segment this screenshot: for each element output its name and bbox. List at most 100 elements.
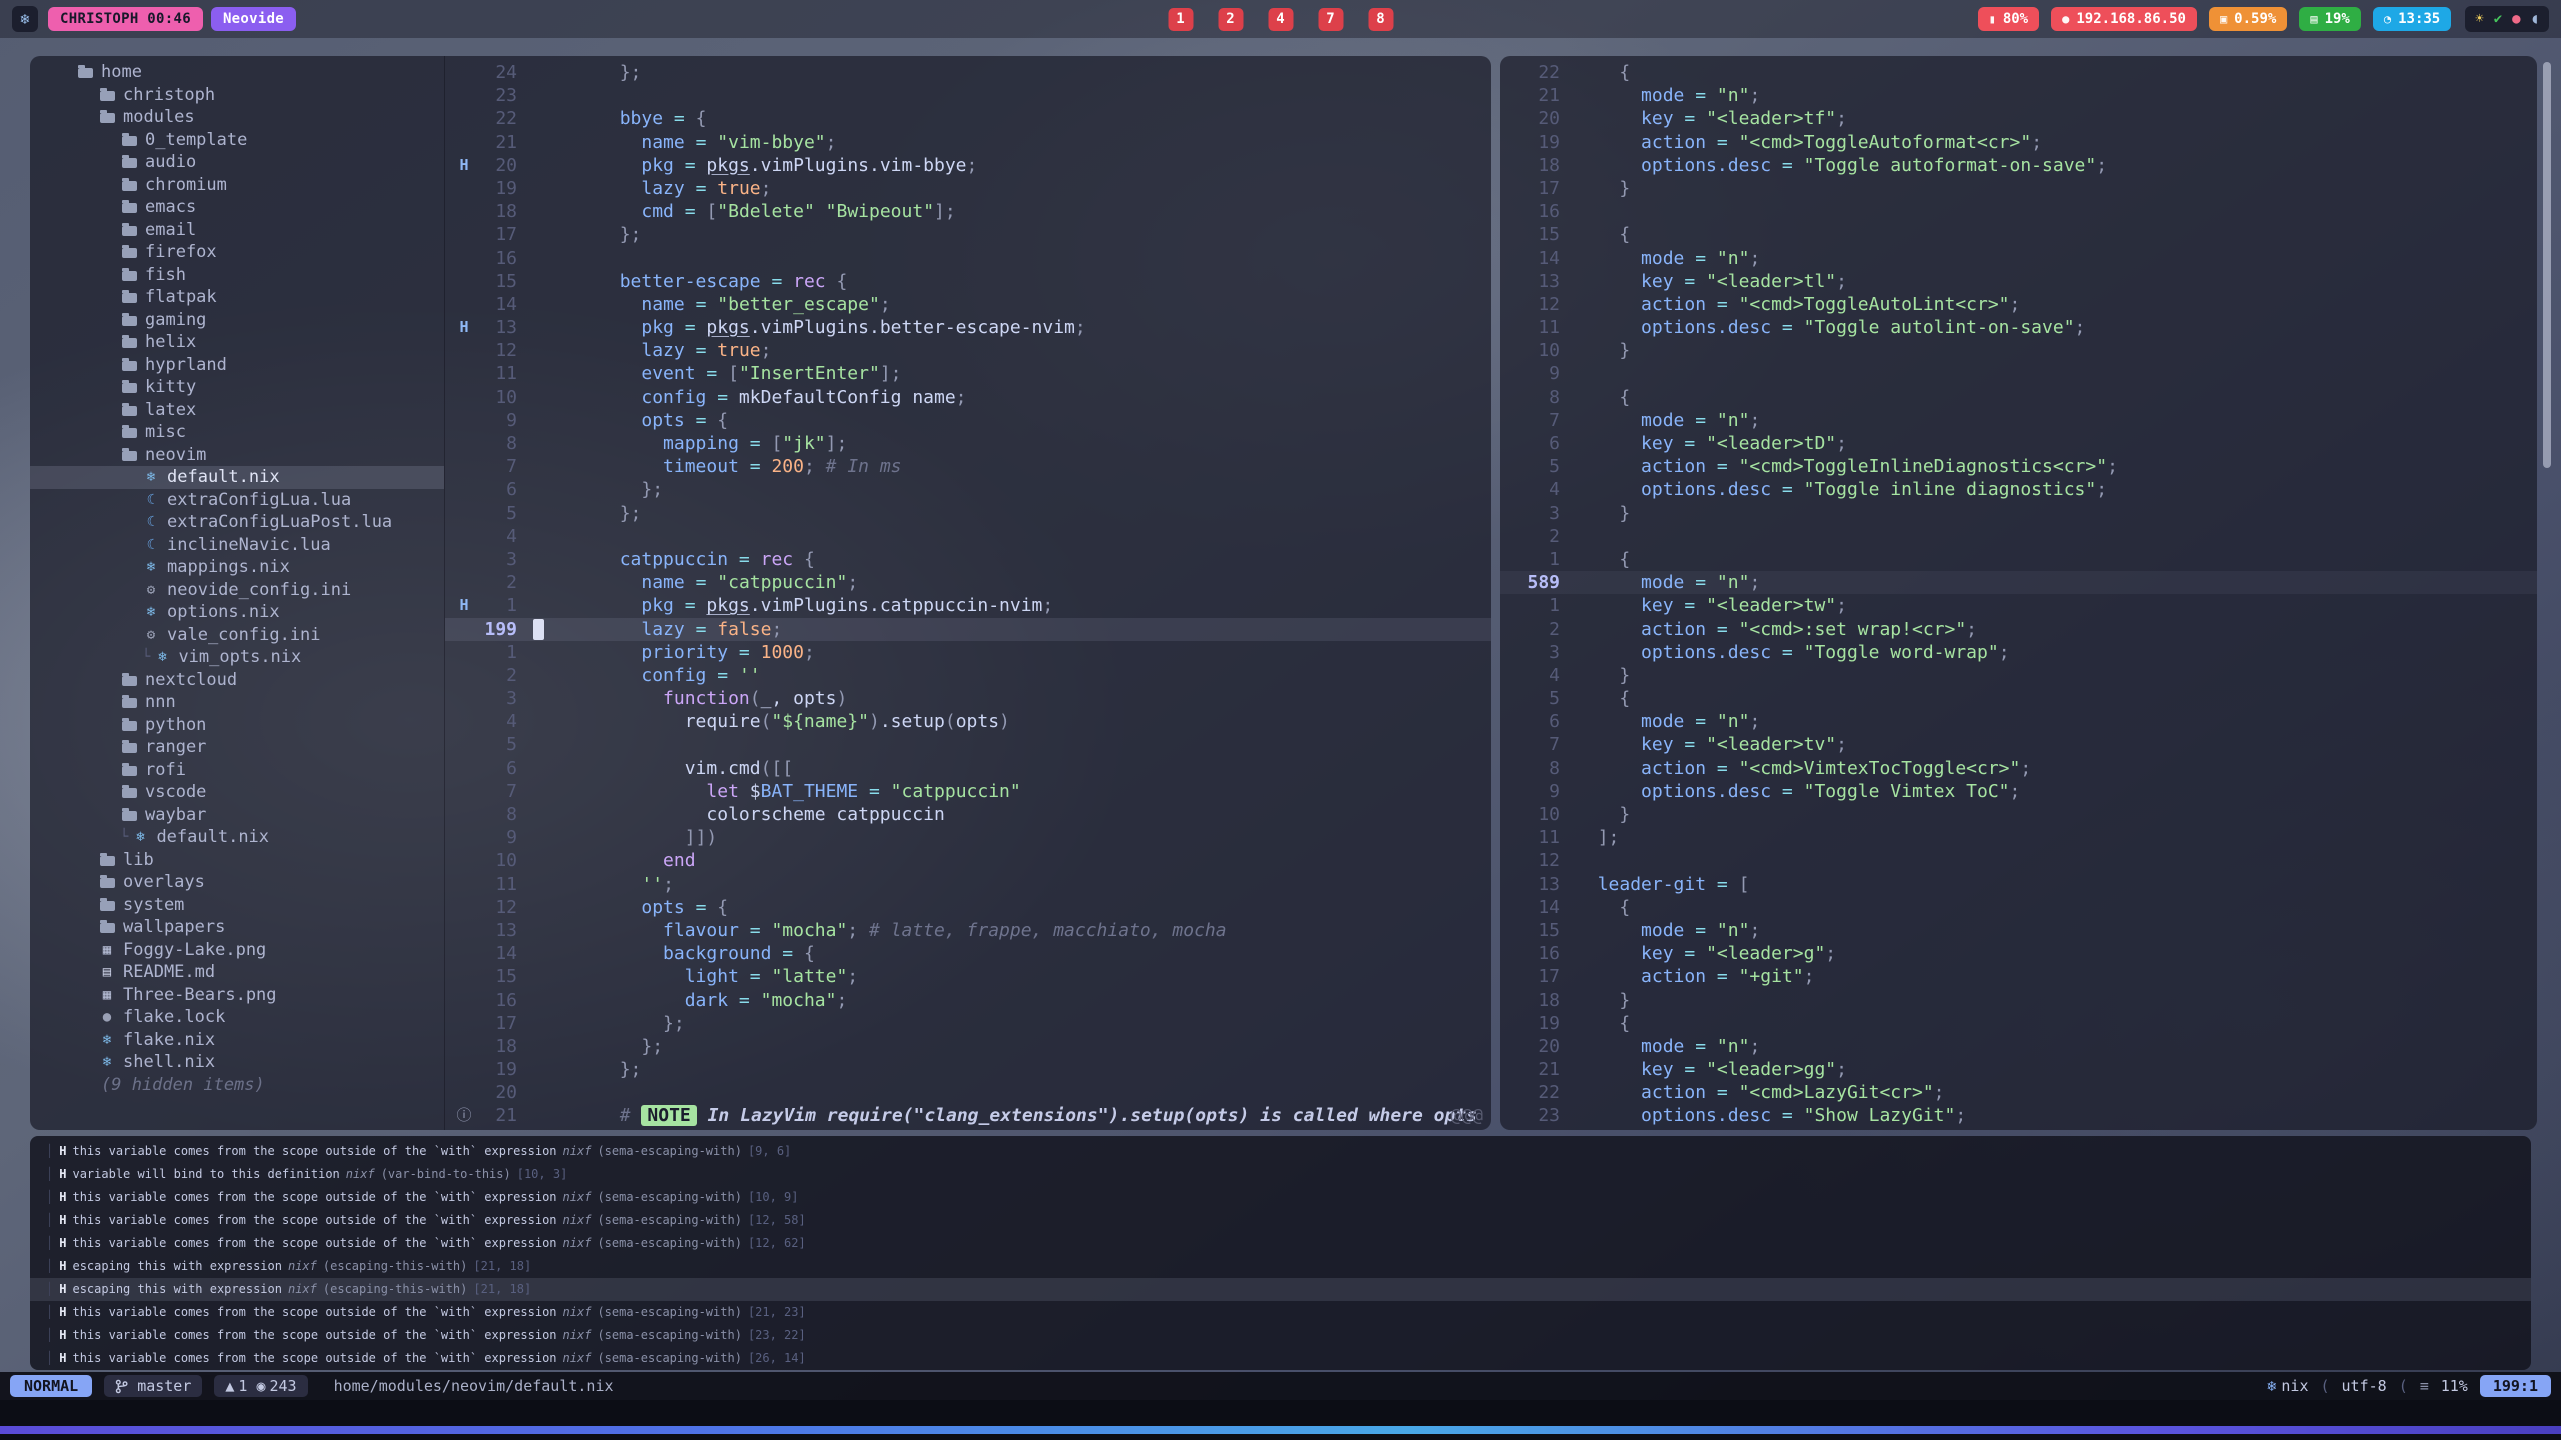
tmux-window-4[interactable]: 4 [1268,8,1293,31]
tree-item[interactable]: system [30,894,444,917]
code-line[interactable]: 1 key = "<leader>tw"; [1500,594,2537,617]
quickfix-item[interactable]: │Hescaping this with expressionnixf(esca… [30,1254,2531,1277]
code-line[interactable]: 16 key = "<leader>g"; [1500,942,2537,965]
code-line[interactable]: 22 { [1500,61,2537,84]
code-line[interactable]: 8 mapping = ["jk"]; [445,432,1491,455]
code-line[interactable]: 12 opts = { [445,896,1491,919]
code-line[interactable]: 5 action = "<cmd>ToggleInlineDiagnostics… [1500,455,2537,478]
code-line[interactable]: 10 } [1500,339,2537,362]
quickfix-item[interactable]: │Hthis variable comes from the scope out… [30,1347,2531,1370]
tree-item[interactable]: flatpak [30,286,444,309]
code-line[interactable]: 17 action = "+git"; [1500,965,2537,988]
tree-item[interactable]: └❄vim_opts.nix [30,646,444,669]
code-line[interactable]: 19 action = "<cmd>ToggleAutoformat<cr>"; [1500,131,2537,154]
code-line[interactable]: 4 require("${name}").setup(opts) [445,710,1491,733]
code-line[interactable]: 10 config = mkDefaultConfig name; [445,386,1491,409]
tree-item[interactable]: ▤README.md [30,961,444,984]
code-line[interactable]: 21 mode = "n"; [1500,84,2537,107]
code-line[interactable]: 4 [445,525,1491,548]
tree-item[interactable]: modules [30,106,444,129]
code-line[interactable]: 6 mode = "n"; [1500,710,2537,733]
code-line[interactable]: 8 colorscheme catppuccin [445,803,1491,826]
code-line[interactable]: 14 background = { [445,942,1491,965]
tmux-window-8[interactable]: 8 [1368,8,1393,31]
tree-item[interactable]: vscode [30,781,444,804]
code-line[interactable]: 8 action = "<cmd>VimtexTocToggle<cr>"; [1500,757,2537,780]
code-line[interactable]: 2 name = "catppuccin"; [445,571,1491,594]
code-line[interactable]: 13 flavour = "mocha"; # latte, frappe, m… [445,919,1491,942]
tree-item[interactable]: gaming [30,309,444,332]
code-line[interactable]: 15 { [1500,223,2537,246]
code-line[interactable]: 11 options.desc = "Toggle autolint-on-sa… [1500,316,2537,339]
scrollbar[interactable] [2543,62,2551,468]
tmux-session-badge[interactable]: CHRISTOPH 00:46 [48,7,203,31]
tree-item[interactable]: emacs [30,196,444,219]
tree-item[interactable]: ⚙vale_config.ini [30,624,444,647]
tree-item[interactable]: ▦Three-Bears.png [30,984,444,1007]
code-line[interactable]: 16 [445,247,1491,270]
quickfix-item[interactable]: │Hthis variable comes from the scope out… [30,1208,2531,1231]
tree-item[interactable]: nextcloud [30,669,444,692]
code-line[interactable]: 9 opts = { [445,409,1491,432]
code-line[interactable]: 17 }; [445,223,1491,246]
tree-item[interactable]: waybar [30,804,444,827]
quickfix-item[interactable]: │Hthis variable comes from the scope out… [30,1231,2531,1254]
code-line[interactable]: 13 key = "<leader>tl"; [1500,270,2537,293]
code-line[interactable]: 589 mode = "n"; [1500,571,2537,594]
code-line[interactable]: 18 } [1500,989,2537,1012]
code-line[interactable]: 7 mode = "n"; [1500,409,2537,432]
tree-item[interactable]: ☾extraConfigLuaPost.lua [30,511,444,534]
code-line[interactable]: 12 action = "<cmd>ToggleAutoLint<cr>"; [1500,293,2537,316]
code-line[interactable]: 15 mode = "n"; [1500,919,2537,942]
tree-item[interactable]: chromium [30,174,444,197]
tree-item[interactable]: ❄default.nix [30,466,444,489]
code-line[interactable]: 12 [1500,849,2537,872]
volume-icon[interactable]: ◖ [2531,11,2539,27]
quickfix-item[interactable]: │Hthis variable comes from the scope out… [30,1185,2531,1208]
code-line[interactable]: 6 key = "<leader>tD"; [1500,432,2537,455]
code-line[interactable]: 14 mode = "n"; [1500,247,2537,270]
code-line[interactable]: 7 timeout = 200; # In ms [445,455,1491,478]
code-line[interactable]: 7 key = "<leader>tv"; [1500,733,2537,756]
tree-item[interactable]: ▦Foggy-Lake.png [30,939,444,962]
tree-item[interactable]: (9 hidden items) [30,1074,444,1097]
tree-item[interactable]: christoph [30,84,444,107]
code-line[interactable]: 9 ]]) [445,826,1491,849]
code-line[interactable]: 199 lazy = false; [445,618,1491,641]
tree-item[interactable]: kitty [30,376,444,399]
code-line[interactable]: 19 }; [445,1058,1491,1081]
code-line[interactable]: 17 } [1500,177,2537,200]
code-line[interactable]: 18 cmd = ["Bdelete" "Bwipeout"]; [445,200,1491,223]
tree-item[interactable]: ⚙neovide_config.ini [30,579,444,602]
code-line[interactable]: 12 lazy = true; [445,339,1491,362]
code-line[interactable]: 24 }; [445,61,1491,84]
code-line[interactable]: 5 }; [445,502,1491,525]
tree-item[interactable]: nnn [30,691,444,714]
code-line[interactable]: 15 better-escape = rec { [445,270,1491,293]
code-line[interactable]: 14 name = "better_escape"; [445,293,1491,316]
quickfix-item[interactable]: │Hthis variable comes from the scope out… [30,1301,2531,1324]
code-line[interactable]: 23 [445,84,1491,107]
tree-item[interactable]: ❄options.nix [30,601,444,624]
code-line[interactable]: 9 options.desc = "Toggle Vimtex ToC"; [1500,780,2537,803]
code-line[interactable]: 11 ''; [445,873,1491,896]
code-line[interactable]: 5 [445,733,1491,756]
code-line[interactable]: 1 { [1500,548,2537,571]
code-line[interactable]: 19 lazy = true; [445,177,1491,200]
quickfix-item[interactable]: │Hthis variable comes from the scope out… [30,1139,2531,1162]
code-line[interactable]: 8 { [1500,386,2537,409]
code-line[interactable]: 2 config = '' [445,664,1491,687]
code-line[interactable]: 4 } [1500,664,2537,687]
code-line[interactable]: 15 light = "latte"; [445,965,1491,988]
code-line[interactable]: 18 }; [445,1035,1491,1058]
code-line[interactable]: 2 action = "<cmd>:set wrap!<cr>"; [1500,618,2537,641]
code-line[interactable]: 20 key = "<leader>tf"; [1500,107,2537,130]
tree-item[interactable]: ranger [30,736,444,759]
tree-item[interactable]: misc [30,421,444,444]
tree-item[interactable]: wallpapers [30,916,444,939]
tree-item[interactable]: home [30,61,444,84]
code-line[interactable]: 3 options.desc = "Toggle word-wrap"; [1500,641,2537,664]
code-line[interactable]: 11 ]; [1500,826,2537,849]
code-line[interactable]: ⓘ21 # NOTE In LazyVim require("clang_ext… [445,1104,1491,1127]
code-line[interactable]: 10 } [1500,803,2537,826]
